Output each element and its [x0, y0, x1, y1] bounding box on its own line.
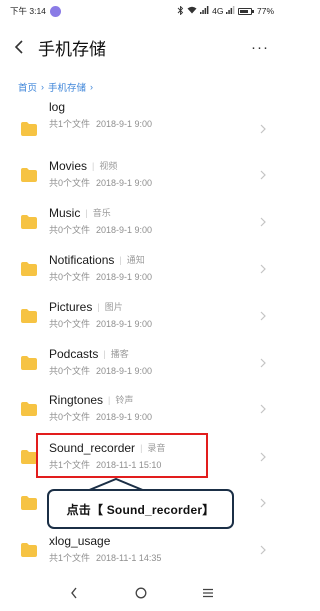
file-alias: 视频 — [99, 161, 118, 171]
row-text: Podcasts | 播客 共0个文件 2018-9-1 9:00 — [49, 346, 153, 377]
file-name: Pictures — [49, 299, 93, 314]
file-count: 共0个文件 — [49, 178, 91, 188]
list-item-pictures[interactable]: Pictures | 图片 共0个文件 2018-9-1 9:00 — [0, 293, 282, 339]
row-text: Movies | 视频 共0个文件 2018-9-1 9:00 — [49, 158, 153, 189]
folder-icon — [21, 356, 37, 370]
file-count: 共0个文件 — [49, 319, 91, 329]
chevron-right-icon — [260, 311, 266, 321]
row-text: Notifications | 通知 共0个文件 2018-9-1 9:00 — [49, 252, 153, 283]
chevron-right-icon — [260, 124, 266, 134]
file-name: Music — [49, 205, 81, 220]
row-text: Ringtones | 铃声 共0个文件 2018-9-1 9:00 — [49, 392, 153, 423]
folder-icon — [21, 215, 37, 229]
chevron-right-icon — [260, 404, 266, 414]
file-alias: 通知 — [126, 255, 145, 265]
row-text: log 共1个文件 2018-9-1 9:00 — [49, 99, 152, 130]
breadcrumb-current[interactable]: 手机存储 — [48, 80, 86, 94]
file-count: 共0个文件 — [49, 366, 91, 376]
list-item-notifications[interactable]: Notifications | 通知 共0个文件 2018-9-1 9:00 — [0, 246, 282, 292]
chevron-right-icon — [260, 545, 266, 555]
network-type: 4G — [212, 6, 224, 16]
file-date: 2018-9-1 9:00 — [96, 119, 153, 129]
back-arrow-icon — [14, 40, 23, 54]
file-date: 2018-9-1 9:00 — [96, 366, 153, 376]
nav-back-button[interactable] — [59, 578, 89, 608]
file-alias: 音乐 — [92, 208, 111, 218]
chevron-right-icon — [260, 452, 266, 462]
chevron-right-icon — [260, 498, 266, 508]
file-date: 2018-9-1 9:00 — [96, 178, 153, 188]
folder-icon — [21, 168, 37, 182]
file-name: log — [49, 99, 66, 114]
file-date: 2018-11-1 14:35 — [96, 553, 162, 563]
file-count: 共1个文件 — [49, 119, 91, 129]
file-name: xlog_usage — [49, 533, 111, 548]
status-bar: 下午 3:14 4G 77% — [0, 0, 282, 22]
breadcrumb-home[interactable]: 首页 — [18, 80, 37, 94]
chevron-right-icon — [260, 264, 266, 274]
back-icon — [70, 587, 77, 599]
chevron-right-icon: › — [90, 82, 94, 92]
highlight-box — [36, 433, 208, 478]
file-name: Ringtones — [49, 392, 104, 407]
list-item-movies[interactable]: Movies | 视频 共0个文件 2018-9-1 9:00 — [0, 152, 282, 198]
list-item-ringtones[interactable]: Ringtones | 铃声 共0个文件 2018-9-1 9:00 — [0, 386, 282, 432]
status-time: 下午 3:14 — [10, 6, 46, 16]
list-item-music[interactable]: Music | 音乐 共0个文件 2018-9-1 9:00 — [0, 199, 282, 245]
file-name: Movies — [49, 158, 88, 173]
file-name: Podcasts — [49, 346, 99, 361]
row-text: Pictures | 图片 共0个文件 2018-9-1 9:00 — [49, 299, 153, 330]
list-item-log[interactable]: log 共1个文件 2018-9-1 9:00 — [0, 100, 282, 152]
nav-home-button[interactable] — [126, 578, 156, 608]
folder-icon — [21, 496, 37, 510]
file-alias: 铃声 — [115, 395, 134, 405]
folder-icon — [21, 402, 37, 416]
row-text: Music | 音乐 共0个文件 2018-9-1 9:00 — [49, 205, 153, 236]
nav-menu-button[interactable] — [193, 578, 223, 608]
wifi-icon — [187, 6, 197, 16]
list-item-podcasts[interactable]: Podcasts | 播客 共0个文件 2018-9-1 9:00 — [0, 340, 282, 386]
file-name: Notifications — [49, 252, 115, 267]
bluetooth-icon — [177, 4, 184, 17]
signal-icon — [200, 6, 209, 16]
folder-icon — [21, 309, 37, 323]
battery-icon — [238, 7, 254, 15]
row-text: xlog_usage 共1个文件 2018-11-1 14:35 — [49, 533, 161, 564]
navigation-bar — [0, 575, 282, 611]
callout-text: 点击【 Sound_recorder】 — [66, 502, 215, 517]
file-alias: 图片 — [104, 302, 123, 312]
menu-icon — [203, 588, 214, 598]
breadcrumb: 首页 › 手机存储 › — [18, 80, 93, 94]
file-count: 共0个文件 — [49, 225, 91, 235]
status-left: 下午 3:14 — [10, 5, 61, 17]
file-date: 2018-9-1 9:00 — [96, 225, 153, 235]
more-options-button[interactable]: ··· — [248, 37, 272, 57]
home-icon — [135, 587, 147, 599]
signal-icon-2 — [226, 6, 235, 16]
folder-icon — [21, 122, 37, 136]
folder-icon — [21, 262, 37, 276]
status-right: 4G 77% — [177, 4, 274, 17]
file-alias: 播客 — [110, 349, 129, 359]
app-bar: 手机存储 ··· — [0, 24, 282, 70]
file-date: 2018-9-1 9:00 — [96, 272, 153, 282]
page-title: 手机存储 — [38, 39, 106, 59]
callout-tooltip: 点击【 Sound_recorder】 — [47, 489, 234, 529]
list-item-xlog-usage[interactable]: xlog_usage 共1个文件 2018-11-1 14:35 — [0, 527, 282, 573]
battery-percent: 77% — [256, 6, 274, 16]
file-date: 2018-9-1 9:00 — [96, 412, 153, 422]
chevron-right-icon: › — [41, 82, 45, 92]
back-button[interactable] — [0, 24, 38, 70]
chevron-right-icon — [260, 170, 266, 180]
file-count: 共1个文件 — [49, 553, 91, 563]
file-count: 共0个文件 — [49, 412, 91, 422]
file-date: 2018-9-1 9:00 — [96, 319, 153, 329]
chevron-right-icon — [260, 358, 266, 368]
folder-icon — [21, 543, 37, 557]
file-count: 共0个文件 — [49, 272, 91, 282]
chevron-right-icon — [260, 217, 266, 227]
notification-app-icon — [49, 5, 61, 17]
